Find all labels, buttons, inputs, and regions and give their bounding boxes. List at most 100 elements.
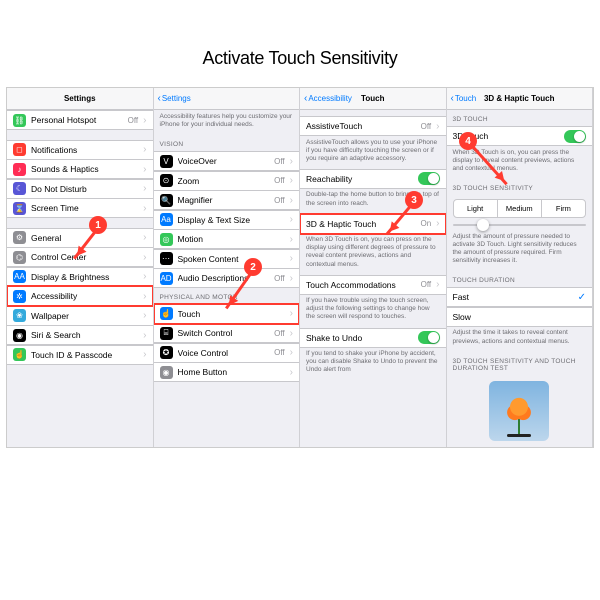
- chevron-right-icon: ›: [143, 144, 146, 155]
- chevron-right-icon: ›: [290, 253, 293, 264]
- chevron-right-icon: ›: [290, 214, 293, 225]
- row-value: Off: [274, 329, 285, 338]
- row-icon: ❀: [13, 309, 26, 322]
- haptic-footer: When 3D Touch is on, you can press on th…: [300, 233, 446, 275]
- row-value: Off: [274, 348, 285, 357]
- row-icon: ⌬: [13, 251, 26, 264]
- chevron-right-icon: ›: [290, 308, 293, 319]
- row-label: Touch: [178, 309, 285, 319]
- titlebar-settings: Settings: [7, 88, 153, 110]
- row-value: On: [420, 219, 431, 228]
- section-vision: VISION: [154, 135, 300, 151]
- row-icon: ◎: [160, 233, 173, 246]
- chevron-left-icon: ‹: [158, 94, 161, 104]
- row-icon: ⚙: [13, 231, 26, 244]
- titlebar-accessibility: ‹Settings: [154, 88, 300, 110]
- 3d-touch-footer: When 3D Touch is on, you can press the d…: [447, 146, 593, 179]
- settings-list[interactable]: ⛓Personal HotspotOff›◻Notifications›♪Sou…: [7, 110, 153, 447]
- toggle-3d-touch[interactable]: [564, 130, 586, 143]
- back-to-accessibility[interactable]: ‹Accessibility: [304, 94, 352, 104]
- accessibility-list[interactable]: Accessibility features help you customiz…: [154, 110, 300, 447]
- sensitivity-segmented[interactable]: Light Medium Firm: [453, 199, 587, 218]
- sensitivity-slider[interactable]: [453, 224, 587, 226]
- row-label: VoiceOver: [178, 156, 270, 166]
- row-value: Off: [274, 176, 285, 185]
- settings-row[interactable]: ✪Voice ControlOff›: [154, 343, 300, 363]
- chevron-right-icon: ›: [143, 349, 146, 360]
- title-3d-haptic: 3D & Haptic Touch: [484, 94, 555, 103]
- row-duration-fast[interactable]: Fast ✓: [447, 287, 593, 307]
- row-3d-haptic-touch[interactable]: 3D & Haptic Touch On ›: [300, 214, 446, 234]
- row-icon: ⛓: [13, 114, 26, 127]
- row-icon: ⌸: [160, 327, 173, 340]
- row-icon: ☝: [160, 307, 173, 320]
- chevron-right-icon: ›: [290, 175, 293, 186]
- settings-row[interactable]: ⌸Switch ControlOff›: [154, 323, 300, 343]
- sensitivity-test-image[interactable]: [489, 381, 549, 441]
- toggle-shake-undo[interactable]: [418, 331, 440, 344]
- row-icon: ✪: [160, 346, 173, 359]
- row-touch-accommodations[interactable]: Touch Accommodations Off ›: [300, 275, 446, 295]
- row-icon: ⋯: [160, 252, 173, 265]
- settings-row[interactable]: ☾Do Not Disturb›: [7, 179, 153, 199]
- settings-row[interactable]: ❀Wallpaper›: [7, 306, 153, 326]
- shake-footer: If you tend to shake your iPhone by acci…: [300, 347, 446, 380]
- row-reachability[interactable]: Reachability: [300, 169, 446, 189]
- panel-accessibility: ‹Settings Accessibility features help yo…: [154, 88, 301, 447]
- settings-row[interactable]: ◉Home Button›: [154, 362, 300, 382]
- back-to-settings[interactable]: ‹Settings: [158, 94, 191, 104]
- seg-light[interactable]: Light: [454, 200, 497, 217]
- duration-footer: Adjust the time it takes to reveal conte…: [447, 326, 593, 351]
- settings-row[interactable]: 🔍MagnifierOff›: [154, 190, 300, 210]
- settings-row[interactable]: ⌛Screen Time›: [7, 198, 153, 218]
- haptic-settings-list[interactable]: 3D TOUCH 3D Touch When 3D Touch is on, y…: [447, 110, 593, 447]
- panel-3d-haptic: ‹Touch 3D & Haptic Touch 3D TOUCH 3D Tou…: [447, 88, 594, 447]
- row-label: Touch ID & Passcode: [31, 350, 138, 360]
- row-icon: AD: [160, 272, 173, 285]
- chevron-left-icon: ‹: [304, 94, 307, 104]
- settings-row[interactable]: ⛓Personal HotspotOff›: [7, 110, 153, 130]
- row-label: Siri & Search: [31, 330, 138, 340]
- settings-row[interactable]: ⚙General›: [7, 228, 153, 248]
- row-3d-touch-toggle[interactable]: 3D Touch: [447, 126, 593, 146]
- row-label: Screen Time: [31, 203, 138, 213]
- row-assistivetouch[interactable]: AssistiveTouch Off ›: [300, 116, 446, 136]
- settings-row[interactable]: AADisplay & Brightness›: [7, 267, 153, 287]
- settings-row[interactable]: ◉Siri & Search›: [7, 325, 153, 345]
- row-label: Notifications: [31, 145, 138, 155]
- settings-row[interactable]: ◻Notifications›: [7, 140, 153, 160]
- settings-row[interactable]: ✲Accessibility›: [7, 286, 153, 306]
- row-value: Off: [421, 122, 432, 131]
- slider-thumb[interactable]: [477, 219, 489, 231]
- chevron-right-icon: ›: [436, 218, 439, 229]
- row-label: Control Center: [31, 252, 138, 262]
- touch-list[interactable]: AssistiveTouch Off › AssistiveTouch allo…: [300, 110, 446, 447]
- seg-medium[interactable]: Medium: [497, 200, 541, 217]
- toggle-reachability[interactable]: [418, 172, 440, 185]
- settings-row[interactable]: VVoiceOverOff›: [154, 151, 300, 171]
- back-to-touch[interactable]: ‹Touch: [451, 94, 477, 104]
- row-label: 3D Touch: [453, 131, 560, 141]
- settings-row[interactable]: AaDisplay & Text Size›: [154, 210, 300, 230]
- settings-row[interactable]: ♪Sounds & Haptics›: [7, 159, 153, 179]
- row-shake-to-undo[interactable]: Shake to Undo: [300, 328, 446, 348]
- settings-row[interactable]: ⌬Control Center›: [7, 247, 153, 267]
- accessibility-intro: Accessibility features help you customiz…: [154, 110, 300, 135]
- row-duration-slow[interactable]: Slow: [447, 307, 593, 327]
- settings-row[interactable]: ☝ Touch ›: [154, 304, 300, 324]
- seg-firm[interactable]: Firm: [541, 200, 585, 217]
- section-motor: PHYSICAL AND MOTOR: [154, 288, 300, 304]
- chevron-right-icon: ›: [143, 183, 146, 194]
- accommodations-footer: If you have trouble using the touch scre…: [300, 294, 446, 327]
- settings-row[interactable]: ⋯Spoken Content›: [154, 249, 300, 269]
- row-icon: ♪: [13, 163, 26, 176]
- row-icon: AA: [13, 270, 26, 283]
- settings-row[interactable]: ⊙ZoomOff›: [154, 171, 300, 191]
- row-label: Fast: [453, 292, 573, 302]
- row-label: Zoom: [178, 176, 270, 186]
- chevron-right-icon: ›: [290, 367, 293, 378]
- settings-row[interactable]: ☝Touch ID & Passcode›: [7, 345, 153, 365]
- settings-row[interactable]: ADAudio DescriptionsOff›: [154, 268, 300, 288]
- panel-touch: ‹Accessibility Touch AssistiveTouch Off …: [300, 88, 447, 447]
- settings-row[interactable]: ◎Motion›: [154, 229, 300, 249]
